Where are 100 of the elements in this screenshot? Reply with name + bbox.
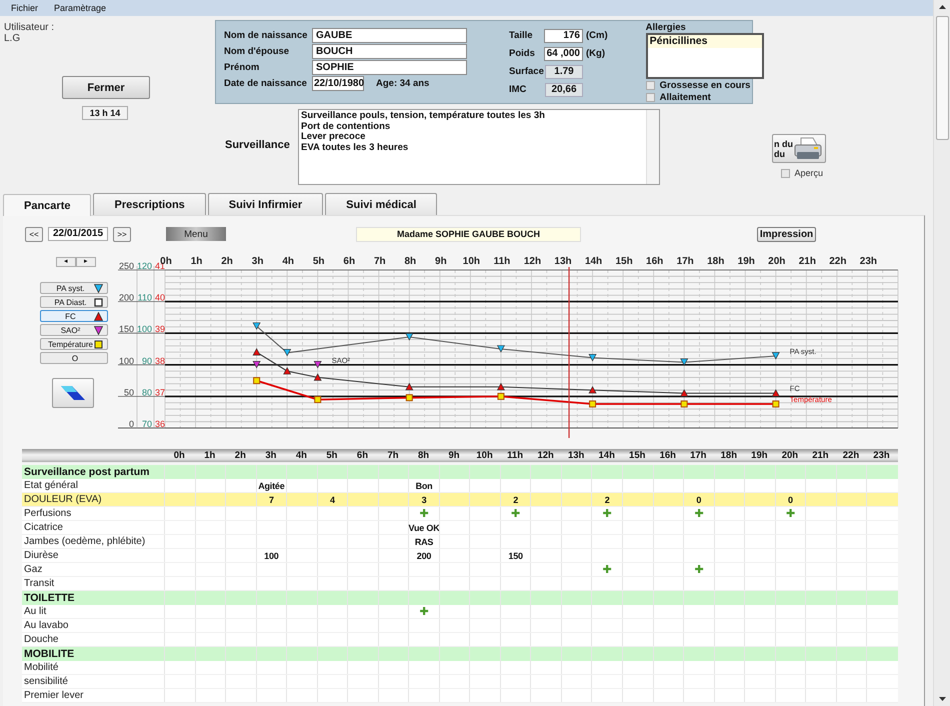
unit-label: (Kg) bbox=[586, 48, 605, 59]
row-label: Au lit bbox=[23, 605, 48, 618]
close-button[interactable]: Fermer bbox=[62, 76, 150, 99]
axis-tick-label: 120 bbox=[136, 261, 152, 271]
legend-button[interactable]: SAO² bbox=[40, 324, 108, 336]
allergies-list[interactable]: Pénicillines bbox=[646, 33, 764, 79]
legend-button[interactable]: PA syst. bbox=[40, 282, 108, 294]
axis-tick-label: 18h bbox=[707, 256, 724, 267]
row-label: Diurèse bbox=[23, 549, 60, 562]
previous-button[interactable]: << bbox=[25, 226, 43, 242]
print-button[interactable]: n du du bbox=[772, 134, 826, 163]
table-cell: 2 bbox=[591, 493, 622, 506]
table-cell: Bon bbox=[408, 479, 439, 492]
legend-button[interactable]: PA Diast. bbox=[40, 296, 108, 308]
table-cell: 0 bbox=[774, 493, 806, 506]
column-header: 23h bbox=[872, 449, 891, 463]
input-field[interactable]: 176 bbox=[544, 28, 583, 42]
axis-tick-label: 150 bbox=[118, 324, 134, 334]
table-cell: 0 bbox=[683, 493, 714, 506]
user-name: L.G bbox=[4, 33, 20, 44]
axis-tick-label: 14h bbox=[584, 256, 602, 267]
axis-tick-label: 70 bbox=[142, 419, 152, 429]
axis-tick-label: 22h bbox=[829, 256, 846, 267]
unit-label: (Cm) bbox=[586, 30, 608, 41]
value-display: 20,66 bbox=[545, 82, 583, 96]
row-label: Perfusions bbox=[23, 507, 72, 520]
axis-tick-label: 15h bbox=[615, 256, 633, 267]
column-header: 21h bbox=[811, 449, 830, 463]
legend-button[interactable]: FC bbox=[40, 310, 108, 322]
column-header: 11h bbox=[506, 449, 524, 463]
column-header: 12h bbox=[536, 449, 555, 463]
surveillance-field[interactable]: Surveillance pouls, tension, température toutes les 3h Port de contentions Lever precoce EVA toutes les 3 heures bbox=[298, 109, 660, 185]
column-header: 5h bbox=[325, 449, 338, 463]
column-header: 6h bbox=[356, 449, 369, 463]
tab[interactable]: Suivi Infirmier bbox=[208, 193, 324, 215]
surveillance-label: Surveillance bbox=[224, 139, 291, 151]
print-button[interactable]: Impression bbox=[757, 226, 816, 242]
input-field[interactable]: BOUCH bbox=[312, 44, 467, 59]
field-label: Nom de naissance bbox=[224, 29, 308, 43]
column-header: 2h bbox=[234, 449, 247, 463]
axis-tick-label: 20h bbox=[768, 256, 786, 267]
axis-tick-label: 36 bbox=[154, 419, 165, 429]
field-label: Prénom bbox=[224, 61, 260, 75]
axis-tick-label: 11h bbox=[494, 256, 510, 267]
table-cell: 150 bbox=[500, 549, 530, 562]
menu-button[interactable]: Menu bbox=[166, 227, 226, 241]
axis-tick-label: 40 bbox=[154, 292, 165, 303]
tab[interactable]: Suivi médical bbox=[325, 193, 438, 215]
axis-tick-label: 19h bbox=[738, 256, 755, 267]
axis-tick-label: 250 bbox=[118, 261, 134, 271]
column-header: 18h bbox=[720, 449, 738, 463]
input-field[interactable]: GAUBE bbox=[312, 28, 467, 43]
field-label: IMC bbox=[509, 83, 528, 97]
column-header: 4h bbox=[294, 449, 308, 463]
legend-button[interactable]: O bbox=[40, 352, 108, 364]
row-label: Premier lever bbox=[23, 689, 84, 702]
row-label: Transit bbox=[23, 577, 56, 590]
table-cell: ✚ bbox=[683, 507, 714, 520]
input-field[interactable]: 22/10/1980 bbox=[312, 76, 364, 91]
axis-tick-label: 200 bbox=[118, 292, 134, 303]
table-cell: ✚ bbox=[591, 563, 622, 576]
next-button[interactable]: >> bbox=[113, 226, 131, 242]
column-header: 0h bbox=[172, 449, 186, 463]
axis-tick-label: 100 bbox=[118, 356, 134, 366]
menu-item[interactable]: Fichier bbox=[3, 3, 46, 13]
axis-tick-label: 16h bbox=[646, 256, 664, 267]
section-heading: Surveillance post partum bbox=[23, 465, 150, 479]
axis-tick-label: 0 bbox=[128, 419, 134, 429]
axis-tick-label: 90 bbox=[142, 356, 152, 366]
table-cell: 2 bbox=[500, 493, 530, 506]
checkbox-label: Aperçu bbox=[794, 168, 823, 178]
column-header: 1h bbox=[203, 449, 216, 463]
table-cell: ✚ bbox=[774, 507, 806, 520]
axis-tick-label: 2h bbox=[221, 256, 233, 267]
input-field[interactable]: SOPHIE bbox=[312, 60, 467, 75]
row-label: sensibilité bbox=[23, 675, 69, 688]
column-header: 8h bbox=[416, 449, 430, 463]
column-header: 15h bbox=[628, 449, 646, 463]
value-display: 1.79 bbox=[545, 64, 583, 78]
axis-tick-label: 100 bbox=[136, 324, 152, 334]
menu-item[interactable]: Paramètrage bbox=[46, 3, 114, 13]
age-text: Age: 34 ans bbox=[376, 78, 430, 89]
tab[interactable]: Prescriptions bbox=[93, 193, 206, 215]
axis-tick-label: 9h bbox=[435, 256, 447, 267]
tab[interactable]: Pancarte bbox=[3, 194, 92, 216]
table-cell: 7 bbox=[256, 493, 286, 506]
checkbox-label: Grossesse en cours bbox=[660, 80, 750, 91]
column-header: 20h bbox=[780, 449, 800, 463]
input-field[interactable]: 64 ,000 bbox=[544, 46, 583, 60]
legend-button[interactable]: Température bbox=[40, 338, 108, 350]
date-field[interactable]: 22/01/2015 bbox=[48, 227, 108, 241]
column-header: 9h bbox=[448, 449, 461, 463]
table-cell: ✚ bbox=[500, 507, 530, 520]
axis-tick-label: 13h bbox=[554, 256, 572, 267]
axis-tick-label: 4h bbox=[282, 256, 294, 267]
axis-tick-label: 50 bbox=[124, 387, 134, 398]
table-cell: Agitée bbox=[256, 479, 286, 492]
column-header: 22h bbox=[842, 449, 860, 463]
row-label: Au lavabo bbox=[23, 619, 70, 632]
table-cell: ✚ bbox=[591, 507, 622, 520]
